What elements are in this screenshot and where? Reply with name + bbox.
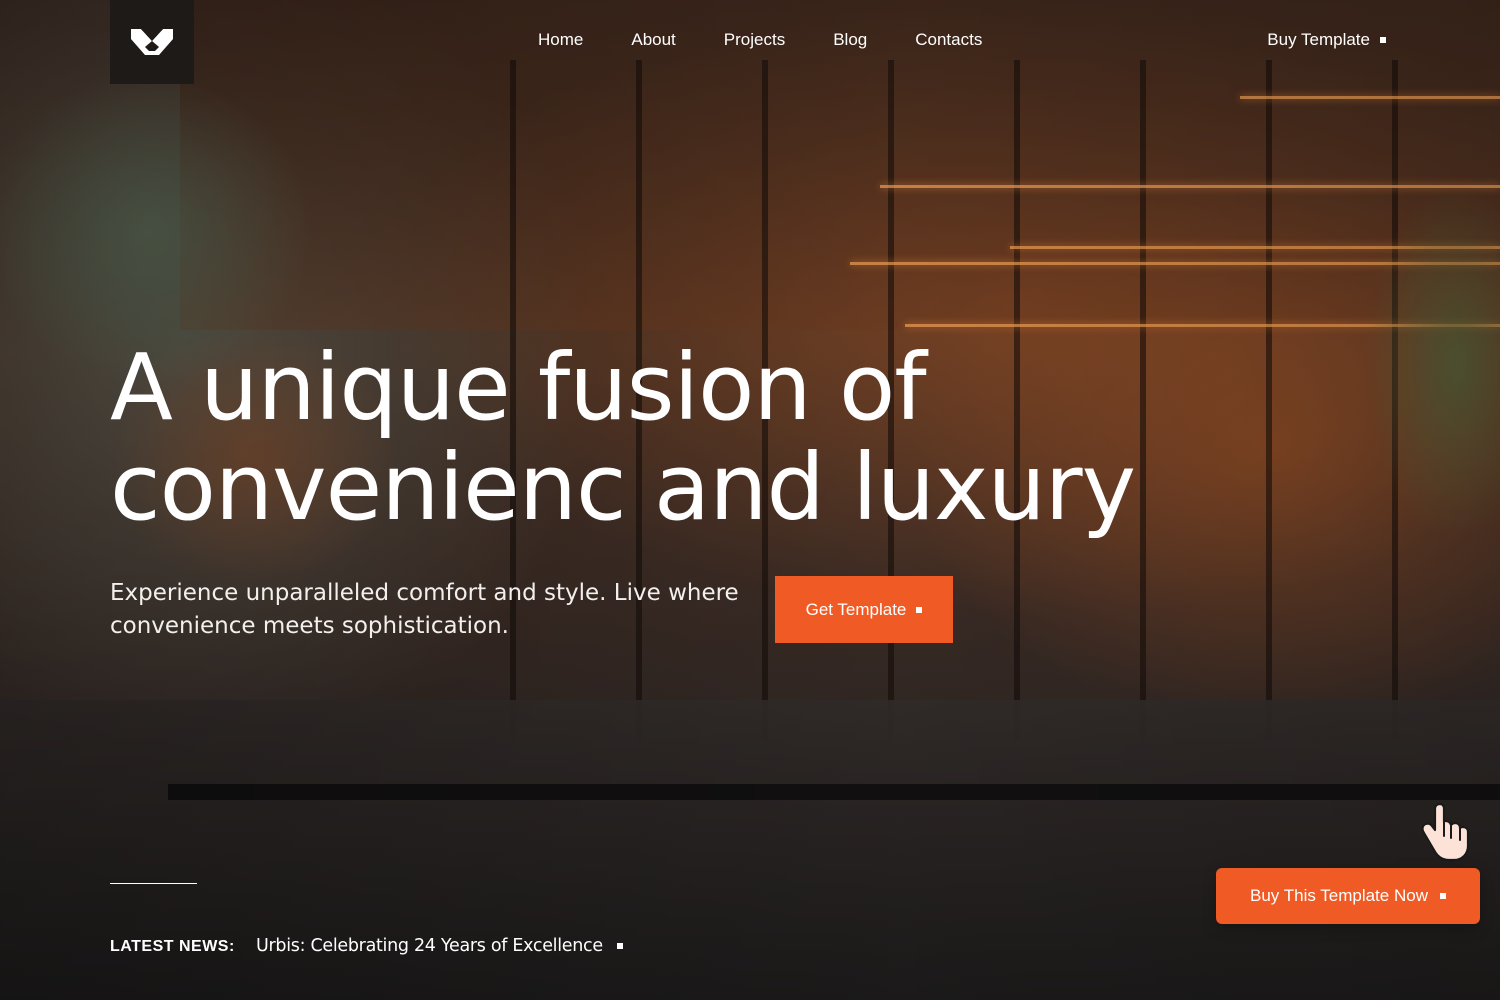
get-template-button[interactable]: Get Template: [775, 576, 953, 643]
nav-contacts[interactable]: Contacts: [915, 30, 982, 50]
buy-template-now-button[interactable]: Buy This Template Now: [1216, 868, 1480, 924]
hero-subtitle: Experience unparalleled comfort and styl…: [110, 580, 739, 639]
pointing-hand-icon: [1421, 802, 1470, 862]
square-bullet-icon: [616, 943, 623, 949]
nav-blog[interactable]: Blog: [833, 30, 867, 50]
news-divider: [110, 883, 197, 884]
square-bullet-icon: [1380, 37, 1386, 43]
nav-about[interactable]: About: [631, 30, 675, 50]
hero-title-line-1: A unique fusion of: [110, 334, 927, 441]
logo[interactable]: [110, 0, 194, 84]
chevron-v-logo-icon: [131, 29, 173, 55]
hero-title: A unique fusion of convenienc and luxury: [110, 338, 1190, 538]
buy-template-now-label: Buy This Template Now: [1250, 886, 1428, 905]
buy-template-link[interactable]: Buy Template: [1267, 30, 1386, 50]
nav-projects[interactable]: Projects: [724, 30, 785, 50]
latest-news-headline: Urbis: Celebrating 24 Years of Excellenc…: [256, 936, 603, 956]
buy-template-label: Buy Template: [1267, 30, 1370, 49]
nav-home[interactable]: Home: [538, 30, 583, 50]
main-nav: Home About Projects Blog Contacts: [538, 30, 982, 50]
hero-title-line-2: convenienc and luxury: [110, 434, 1136, 541]
square-bullet-icon: [916, 606, 923, 613]
square-bullet-icon: [1439, 893, 1446, 899]
latest-news-link[interactable]: Urbis: Celebrating 24 Years of Excellenc…: [256, 936, 623, 956]
get-template-label: Get Template: [805, 599, 907, 619]
latest-news-label: LATEST NEWS:: [110, 938, 235, 955]
